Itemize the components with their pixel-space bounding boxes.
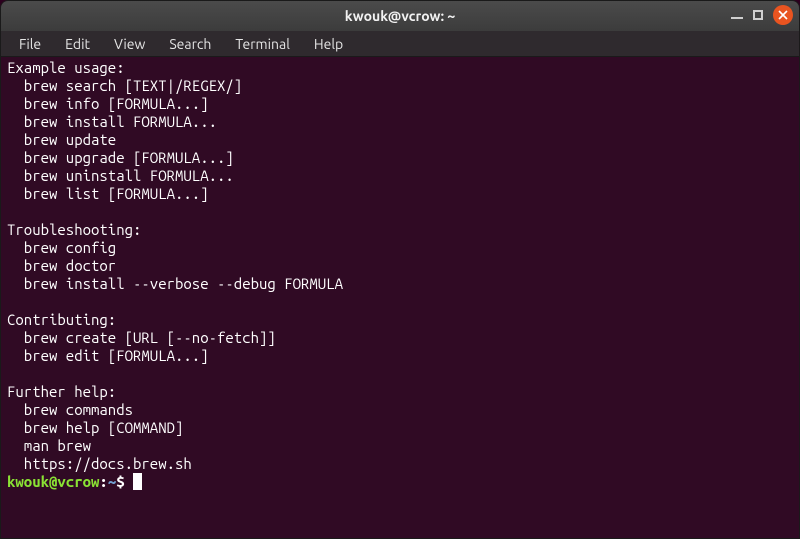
terminal-line: brew config (7, 239, 116, 256)
terminal-line: brew help [COMMAND] (7, 419, 183, 436)
titlebar: kwouk@vcrow: ~ (1, 1, 799, 31)
terminal-line: brew doctor (7, 257, 116, 274)
menu-view[interactable]: View (102, 33, 157, 55)
menubar: File Edit View Search Terminal Help (1, 31, 799, 57)
terminal-line: brew edit [FORMULA...] (7, 347, 209, 364)
close-icon (778, 10, 788, 20)
terminal-line: brew install --verbose --debug FORMULA (7, 275, 343, 292)
terminal-line: brew search [TEXT|/REGEX/] (7, 77, 242, 94)
minimize-button[interactable] (731, 11, 743, 19)
window-title: kwouk@vcrow: ~ (345, 8, 456, 24)
terminal-line: Further help: (7, 383, 116, 400)
terminal-line: Contributing: (7, 311, 116, 328)
terminal-line: https://docs.brew.sh (7, 455, 192, 472)
terminal-line: brew update (7, 131, 116, 148)
terminal-line: brew info [FORMULA...] (7, 95, 209, 112)
terminal-line: brew list [FORMULA...] (7, 185, 209, 202)
terminal-line: brew upgrade [FORMULA...] (7, 149, 234, 166)
window-controls (731, 5, 793, 25)
terminal-area[interactable]: Example usage: brew search [TEXT|/REGEX/… (1, 57, 799, 538)
prompt-sep: : (99, 473, 107, 490)
cursor (133, 473, 142, 490)
close-button[interactable] (773, 5, 793, 25)
menu-help[interactable]: Help (302, 33, 355, 55)
menu-search[interactable]: Search (157, 33, 223, 55)
terminal-window: kwouk@vcrow: ~ File Edit View Search Ter… (0, 0, 800, 539)
terminal-line: brew install FORMULA... (7, 113, 217, 130)
terminal-line: brew uninstall FORMULA... (7, 167, 234, 184)
terminal-line: brew create [URL [--no-fetch]] (7, 329, 276, 346)
menu-terminal[interactable]: Terminal (223, 33, 302, 55)
menu-file[interactable]: File (7, 33, 53, 55)
terminal-line: Troubleshooting: (7, 221, 141, 238)
prompt-path: ~ (108, 473, 116, 490)
terminal-line: man brew (7, 437, 91, 454)
prompt-user-host: kwouk@vcrow (7, 473, 99, 490)
maximize-button[interactable] (753, 10, 763, 20)
prompt-sigil: $ (116, 473, 124, 490)
terminal-line: Example usage: (7, 59, 125, 76)
terminal-line: brew commands (7, 401, 133, 418)
menu-edit[interactable]: Edit (53, 33, 102, 55)
